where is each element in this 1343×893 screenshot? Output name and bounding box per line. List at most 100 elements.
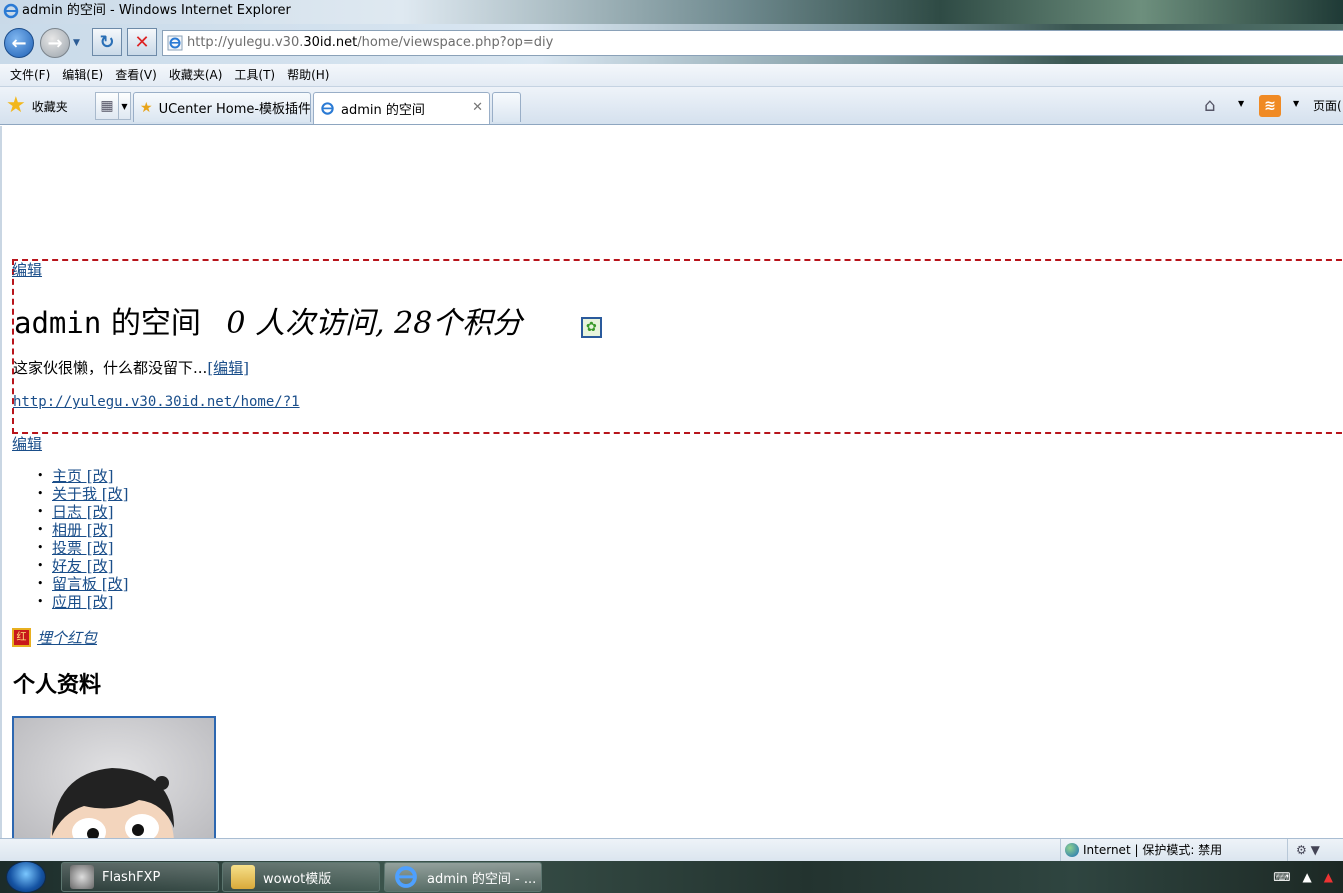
nav-link-apps[interactable]: 应用 [改]: [52, 593, 113, 611]
home-dropdown-icon[interactable]: ▼: [1238, 99, 1244, 108]
menu-file[interactable]: 文件(F): [4, 64, 56, 86]
tab-bar: ★ 收藏夹 ▦ ▼ ★ UCenter Home-模板插件... admin 的…: [0, 87, 1343, 125]
window-title-bar: admin 的空间 - Windows Internet Explorer: [0, 0, 1343, 24]
red-envelope-icon: 红: [12, 628, 31, 647]
edit-nav-link[interactable]: 编辑: [12, 433, 42, 454]
nav-link-poll[interactable]: 投票 [改]: [52, 539, 113, 557]
list-item: 关于我 [改]: [37, 485, 129, 503]
task-label: FlashFXP: [102, 869, 161, 885]
bio-text: 这家伙很懒，什么都没留下...: [13, 359, 208, 377]
back-button[interactable]: ←: [4, 28, 34, 58]
page-ie-icon: [167, 35, 183, 51]
tray-expand-icon[interactable]: ▲: [1303, 870, 1312, 884]
bio-line: 这家伙很懒，什么都没留下...[编辑]: [13, 357, 249, 378]
menu-favorites[interactable]: 收藏夹(A): [163, 64, 229, 86]
window-title: admin 的空间 - Windows Internet Explorer: [22, 3, 291, 18]
avatar-face-image: [14, 718, 214, 838]
forward-button[interactable]: →: [40, 28, 70, 58]
rss-feed-icon[interactable]: ≋: [1259, 95, 1281, 117]
space-suffix: 的空间: [110, 306, 201, 341]
url-prefix: http://yulegu.v30.: [187, 35, 304, 50]
page-content: 编辑 admin 的空间 0 人次访问, 28个积分 ✿ 这家伙很懒，什么都没留…: [0, 126, 1343, 838]
trophy-icon: ★: [140, 99, 153, 116]
menu-edit[interactable]: 编辑(E): [56, 64, 109, 86]
ie-icon: [3, 3, 19, 19]
history-dropdown-icon[interactable]: ▼: [73, 38, 80, 48]
refresh-button[interactable]: ↻: [92, 28, 122, 56]
ie-page-icon: [321, 102, 334, 115]
profile-heading: 个人资料: [13, 673, 102, 698]
ie-icon: [395, 866, 417, 888]
zoom-button[interactable]: ⚙ ▼: [1287, 839, 1343, 861]
nav-link-album[interactable]: 相册 [改]: [52, 521, 113, 539]
home-icon[interactable]: ⌂: [1204, 95, 1215, 116]
taskbar-item-ie[interactable]: admin 的空间 - ...: [384, 862, 542, 892]
rss-dropdown-icon[interactable]: ▼: [1293, 99, 1299, 108]
favorites-button[interactable]: ★ 收藏夹: [6, 93, 68, 119]
space-owner-name: admin: [14, 306, 102, 340]
quick-tabs-button[interactable]: ▦: [95, 92, 119, 120]
chevron-down-icon: ▼: [121, 101, 128, 111]
globe-icon: [1065, 843, 1079, 857]
status-bar: Internet | 保护模式: 禁用 ⚙ ▼: [0, 838, 1343, 861]
address-row: ← → ▼ ↻ ✕ http://yulegu.v30.30id.net/hom…: [0, 24, 1343, 64]
flashfxp-icon: [70, 865, 94, 889]
grid-icon: ▦: [100, 98, 114, 114]
list-item: 日志 [改]: [37, 503, 128, 521]
menu-view[interactable]: 查看(V): [109, 64, 163, 86]
taskbar-item-flashfxp[interactable]: FlashFXP: [61, 862, 219, 892]
leaf-icon[interactable]: ✿: [581, 317, 602, 338]
tab-list-button[interactable]: ▼: [119, 92, 131, 120]
tab-label: admin 的空间: [341, 103, 425, 118]
star-icon: ★: [6, 93, 26, 118]
taskbar: FlashFXP wowot模版 admin 的空间 - ... ⌨ ▲ ▲: [0, 861, 1343, 893]
refresh-icon: ↻: [99, 31, 115, 53]
stop-icon: ✕: [134, 31, 150, 53]
menu-bar: 文件(F) 编辑(E) 查看(V) 收藏夹(A) 工具(T) 帮助(H): [0, 64, 1343, 87]
bury-redpack-link[interactable]: 埋个红包: [37, 627, 97, 648]
tab-label: UCenter Home-模板插件...: [158, 102, 311, 117]
network-icon[interactable]: ▲: [1324, 870, 1333, 884]
nav-link-blog[interactable]: 日志 [改]: [52, 503, 113, 521]
folder-icon: [231, 865, 255, 889]
space-nav-list: 主页 [改] 关于我 [改] 日志 [改] 相册 [改] 投票 [改] 好友 […: [37, 467, 129, 611]
edit-bio-link[interactable]: [编辑]: [207, 359, 249, 377]
list-item: 投票 [改]: [37, 539, 128, 557]
task-label: admin 的空间 - ...: [427, 871, 537, 887]
menu-tools[interactable]: 工具(T): [228, 64, 281, 86]
arrow-left-icon: ←: [11, 32, 27, 54]
zone-label: Internet | 保护模式: 禁用: [1083, 843, 1223, 857]
url-domain: 30id.net: [303, 35, 358, 50]
zoom-icon: ⚙ ▼: [1296, 843, 1320, 857]
list-item: 留言板 [改]: [37, 575, 129, 593]
redpack-row: 红 埋个红包: [12, 627, 97, 648]
start-button[interactable]: [6, 861, 46, 893]
arrow-right-icon: →: [47, 32, 63, 54]
visit-stats: 0 人次访问, 28个积分: [226, 306, 523, 341]
new-tab-button[interactable]: [492, 92, 521, 122]
url-suffix: /home/viewspace.php?op=diy: [357, 35, 554, 50]
taskbar-item-folder[interactable]: wowot模版: [222, 862, 380, 892]
nav-link-guestbook[interactable]: 留言板 [改]: [52, 575, 128, 593]
security-zone[interactable]: Internet | 保护模式: 禁用: [1060, 839, 1286, 861]
nav-link-about[interactable]: 关于我 [改]: [52, 485, 128, 503]
system-tray: ⌨ ▲ ▲: [1273, 861, 1339, 893]
stop-button[interactable]: ✕: [127, 28, 157, 56]
avatar[interactable]: [12, 716, 216, 838]
list-item: 相册 [改]: [37, 521, 128, 539]
space-title: admin 的空间 0 人次访问, 28个积分: [14, 298, 522, 342]
address-bar[interactable]: http://yulegu.v30.30id.net/home/viewspac…: [162, 30, 1343, 56]
tab-ucenter-home[interactable]: ★ UCenter Home-模板插件...: [133, 92, 311, 122]
space-url-link[interactable]: http://yulegu.v30.30id.net/home/?1: [13, 394, 300, 410]
page-menu-button[interactable]: 页面(: [1313, 97, 1342, 114]
menu-help[interactable]: 帮助(H): [281, 64, 335, 86]
list-item: 应用 [改]: [37, 593, 128, 611]
list-item: 主页 [改]: [37, 467, 128, 485]
close-tab-icon[interactable]: ✕: [472, 100, 483, 115]
task-label: wowot模版: [263, 871, 332, 887]
tab-admin-space[interactable]: admin 的空间 ✕: [313, 92, 490, 124]
nav-link-friends[interactable]: 好友 [改]: [52, 557, 113, 575]
edit-header-link[interactable]: 编辑: [12, 259, 42, 280]
keyboard-icon[interactable]: ⌨: [1273, 870, 1290, 884]
nav-link-home[interactable]: 主页 [改]: [52, 467, 113, 485]
